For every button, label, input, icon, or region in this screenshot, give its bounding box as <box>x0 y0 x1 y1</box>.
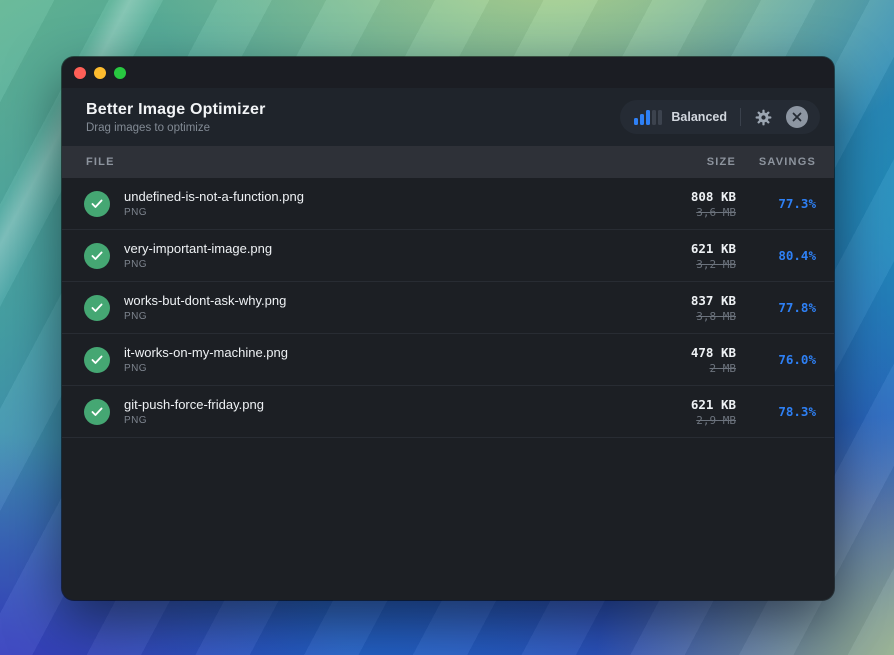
file-name: very-important-image.png <box>124 241 624 256</box>
file-format: PNG <box>124 363 624 374</box>
file-info: git-push-force-friday.png PNG <box>124 397 624 426</box>
optimized-size: 478 KB <box>624 345 736 360</box>
column-header-size: SIZE <box>624 156 736 168</box>
savings-percent: 76.0% <box>736 352 816 367</box>
close-window-button[interactable] <box>74 67 86 79</box>
file-list: undefined-is-not-a-function.png PNG 808 … <box>62 178 834 600</box>
size-cell: 478 KB 2 MB <box>624 345 736 375</box>
file-name: works-but-dont-ask-why.png <box>124 293 624 308</box>
toolbar-divider <box>740 108 741 126</box>
toolbar: Balanced <box>620 100 820 134</box>
file-format: PNG <box>124 207 624 218</box>
optimized-size: 808 KB <box>624 189 736 204</box>
file-name: git-push-force-friday.png <box>124 397 624 412</box>
clear-list-button[interactable] <box>786 106 808 128</box>
check-circle-icon <box>84 191 110 217</box>
zoom-window-button[interactable] <box>114 67 126 79</box>
file-info: very-important-image.png PNG <box>124 241 624 270</box>
optimization-mode-selector[interactable]: Balanced <box>634 110 727 125</box>
file-row[interactable]: undefined-is-not-a-function.png PNG 808 … <box>62 178 834 230</box>
mode-label: Balanced <box>671 110 727 124</box>
original-size: 2 MB <box>624 362 736 375</box>
file-format: PNG <box>124 311 624 322</box>
size-cell: 808 KB 3,6 MB <box>624 189 736 219</box>
size-cell: 621 KB 2,9 MB <box>624 397 736 427</box>
app-title: Better Image Optimizer <box>86 101 266 119</box>
check-circle-icon <box>84 399 110 425</box>
savings-percent: 80.4% <box>736 248 816 263</box>
file-row[interactable]: works-but-dont-ask-why.png PNG 837 KB 3,… <box>62 282 834 334</box>
file-info: it-works-on-my-machine.png PNG <box>124 345 624 374</box>
savings-percent: 77.8% <box>736 300 816 315</box>
savings-percent: 78.3% <box>736 404 816 419</box>
check-circle-icon <box>84 295 110 321</box>
original-size: 3,2 MB <box>624 258 736 271</box>
size-cell: 837 KB 3,8 MB <box>624 293 736 323</box>
level-bars-icon <box>634 110 662 125</box>
file-format: PNG <box>124 415 624 426</box>
optimized-size: 837 KB <box>624 293 736 308</box>
column-header-file: FILE <box>86 156 624 168</box>
table-header-row: FILE SIZE SAVINGS <box>62 146 834 178</box>
file-row[interactable]: very-important-image.png PNG 621 KB 3,2 … <box>62 230 834 282</box>
circle-x-icon <box>786 106 808 128</box>
gear-icon <box>754 108 773 127</box>
app-subtitle: Drag images to optimize <box>86 122 266 134</box>
file-info: works-but-dont-ask-why.png PNG <box>124 293 624 322</box>
column-header-savings: SAVINGS <box>736 156 816 168</box>
file-format: PNG <box>124 259 624 270</box>
check-circle-icon <box>84 243 110 269</box>
savings-percent: 77.3% <box>736 196 816 211</box>
original-size: 3,6 MB <box>624 206 736 219</box>
file-row[interactable]: git-push-force-friday.png PNG 621 KB 2,9… <box>62 386 834 438</box>
window-titlebar <box>62 57 834 88</box>
minimize-window-button[interactable] <box>94 67 106 79</box>
file-info: undefined-is-not-a-function.png PNG <box>124 189 624 218</box>
size-cell: 621 KB 3,2 MB <box>624 241 736 271</box>
original-size: 3,8 MB <box>624 310 736 323</box>
app-header: Better Image Optimizer Drag images to op… <box>62 88 834 146</box>
original-size: 2,9 MB <box>624 414 736 427</box>
settings-button[interactable] <box>754 108 773 127</box>
file-row[interactable]: it-works-on-my-machine.png PNG 478 KB 2 … <box>62 334 834 386</box>
file-name: undefined-is-not-a-function.png <box>124 189 624 204</box>
optimized-size: 621 KB <box>624 397 736 412</box>
app-window: Better Image Optimizer Drag images to op… <box>62 57 834 600</box>
app-header-text: Better Image Optimizer Drag images to op… <box>86 101 266 134</box>
check-circle-icon <box>84 347 110 373</box>
desktop-wallpaper: Better Image Optimizer Drag images to op… <box>0 0 894 655</box>
optimized-size: 621 KB <box>624 241 736 256</box>
file-name: it-works-on-my-machine.png <box>124 345 624 360</box>
